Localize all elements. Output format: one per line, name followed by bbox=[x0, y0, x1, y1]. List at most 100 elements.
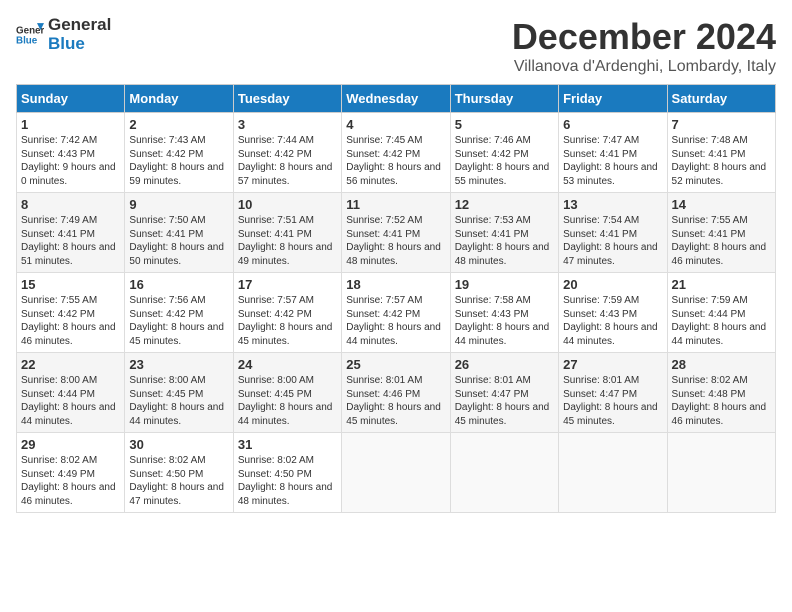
day-number: 14 bbox=[672, 197, 771, 212]
day-number: 23 bbox=[129, 357, 228, 372]
cell-content: Sunrise: 7:50 AM Sunset: 4:41 PM Dayligh… bbox=[129, 214, 228, 268]
logo-icon: General Blue bbox=[16, 21, 44, 49]
calendar-cell: 9 Sunrise: 7:50 AM Sunset: 4:41 PM Dayli… bbox=[125, 193, 233, 273]
cell-content: Sunrise: 7:56 AM Sunset: 4:42 PM Dayligh… bbox=[129, 294, 228, 348]
calendar-cell: 15 Sunrise: 7:55 AM Sunset: 4:42 PM Dayl… bbox=[17, 273, 125, 353]
day-number: 3 bbox=[238, 117, 337, 132]
calendar-cell: 4 Sunrise: 7:45 AM Sunset: 4:42 PM Dayli… bbox=[342, 113, 450, 193]
header-monday: Monday bbox=[125, 85, 233, 113]
cell-content: Sunrise: 7:57 AM Sunset: 4:42 PM Dayligh… bbox=[238, 294, 337, 348]
calendar-header-row: SundayMondayTuesdayWednesdayThursdayFrid… bbox=[17, 85, 776, 113]
calendar-cell: 16 Sunrise: 7:56 AM Sunset: 4:42 PM Dayl… bbox=[125, 273, 233, 353]
header-wednesday: Wednesday bbox=[342, 85, 450, 113]
day-number: 6 bbox=[563, 117, 662, 132]
day-number: 26 bbox=[455, 357, 554, 372]
day-number: 25 bbox=[346, 357, 445, 372]
day-number: 22 bbox=[21, 357, 120, 372]
cell-content: Sunrise: 8:02 AM Sunset: 4:48 PM Dayligh… bbox=[672, 374, 771, 428]
day-number: 18 bbox=[346, 277, 445, 292]
header: General Blue General Blue December 2024 … bbox=[16, 16, 776, 76]
day-number: 1 bbox=[21, 117, 120, 132]
cell-content: Sunrise: 7:53 AM Sunset: 4:41 PM Dayligh… bbox=[455, 214, 554, 268]
cell-content: Sunrise: 8:00 AM Sunset: 4:45 PM Dayligh… bbox=[238, 374, 337, 428]
cell-content: Sunrise: 7:45 AM Sunset: 4:42 PM Dayligh… bbox=[346, 134, 445, 188]
cell-content: Sunrise: 7:48 AM Sunset: 4:41 PM Dayligh… bbox=[672, 134, 771, 188]
calendar-cell: 10 Sunrise: 7:51 AM Sunset: 4:41 PM Dayl… bbox=[233, 193, 341, 273]
calendar-cell: 3 Sunrise: 7:44 AM Sunset: 4:42 PM Dayli… bbox=[233, 113, 341, 193]
day-number: 2 bbox=[129, 117, 228, 132]
calendar-cell: 19 Sunrise: 7:58 AM Sunset: 4:43 PM Dayl… bbox=[450, 273, 558, 353]
cell-content: Sunrise: 7:47 AM Sunset: 4:41 PM Dayligh… bbox=[563, 134, 662, 188]
week-row-1: 1 Sunrise: 7:42 AM Sunset: 4:43 PM Dayli… bbox=[17, 113, 776, 193]
day-number: 29 bbox=[21, 437, 120, 452]
cell-content: Sunrise: 7:55 AM Sunset: 4:41 PM Dayligh… bbox=[672, 214, 771, 268]
calendar-cell bbox=[342, 433, 450, 513]
calendar-cell: 30 Sunrise: 8:02 AM Sunset: 4:50 PM Dayl… bbox=[125, 433, 233, 513]
calendar-cell: 24 Sunrise: 8:00 AM Sunset: 4:45 PM Dayl… bbox=[233, 353, 341, 433]
cell-content: Sunrise: 7:52 AM Sunset: 4:41 PM Dayligh… bbox=[346, 214, 445, 268]
cell-content: Sunrise: 8:02 AM Sunset: 4:50 PM Dayligh… bbox=[129, 454, 228, 508]
day-number: 10 bbox=[238, 197, 337, 212]
day-number: 4 bbox=[346, 117, 445, 132]
cell-content: Sunrise: 7:57 AM Sunset: 4:42 PM Dayligh… bbox=[346, 294, 445, 348]
calendar-cell: 26 Sunrise: 8:01 AM Sunset: 4:47 PM Dayl… bbox=[450, 353, 558, 433]
day-number: 27 bbox=[563, 357, 662, 372]
cell-content: Sunrise: 8:01 AM Sunset: 4:47 PM Dayligh… bbox=[455, 374, 554, 428]
day-number: 13 bbox=[563, 197, 662, 212]
day-number: 31 bbox=[238, 437, 337, 452]
calendar-cell: 12 Sunrise: 7:53 AM Sunset: 4:41 PM Dayl… bbox=[450, 193, 558, 273]
calendar-cell bbox=[450, 433, 558, 513]
calendar-cell: 14 Sunrise: 7:55 AM Sunset: 4:41 PM Dayl… bbox=[667, 193, 775, 273]
header-tuesday: Tuesday bbox=[233, 85, 341, 113]
day-number: 21 bbox=[672, 277, 771, 292]
cell-content: Sunrise: 7:58 AM Sunset: 4:43 PM Dayligh… bbox=[455, 294, 554, 348]
week-row-2: 8 Sunrise: 7:49 AM Sunset: 4:41 PM Dayli… bbox=[17, 193, 776, 273]
day-number: 28 bbox=[672, 357, 771, 372]
day-number: 24 bbox=[238, 357, 337, 372]
title-area: December 2024 Villanova d'Ardenghi, Lomb… bbox=[512, 16, 776, 76]
cell-content: Sunrise: 7:49 AM Sunset: 4:41 PM Dayligh… bbox=[21, 214, 120, 268]
logo-blue: Blue bbox=[48, 35, 111, 54]
header-friday: Friday bbox=[559, 85, 667, 113]
day-number: 20 bbox=[563, 277, 662, 292]
day-number: 8 bbox=[21, 197, 120, 212]
day-number: 17 bbox=[238, 277, 337, 292]
cell-content: Sunrise: 7:54 AM Sunset: 4:41 PM Dayligh… bbox=[563, 214, 662, 268]
cell-content: Sunrise: 7:44 AM Sunset: 4:42 PM Dayligh… bbox=[238, 134, 337, 188]
cell-content: Sunrise: 8:01 AM Sunset: 4:46 PM Dayligh… bbox=[346, 374, 445, 428]
location-title: Villanova d'Ardenghi, Lombardy, Italy bbox=[512, 58, 776, 76]
calendar-cell: 22 Sunrise: 8:00 AM Sunset: 4:44 PM Dayl… bbox=[17, 353, 125, 433]
header-sunday: Sunday bbox=[17, 85, 125, 113]
calendar-cell bbox=[559, 433, 667, 513]
cell-content: Sunrise: 7:42 AM Sunset: 4:43 PM Dayligh… bbox=[21, 134, 120, 188]
calendar-cell: 29 Sunrise: 8:02 AM Sunset: 4:49 PM Dayl… bbox=[17, 433, 125, 513]
cell-content: Sunrise: 7:43 AM Sunset: 4:42 PM Dayligh… bbox=[129, 134, 228, 188]
logo-general: General bbox=[48, 16, 111, 35]
calendar-cell: 13 Sunrise: 7:54 AM Sunset: 4:41 PM Dayl… bbox=[559, 193, 667, 273]
day-number: 7 bbox=[672, 117, 771, 132]
day-number: 9 bbox=[129, 197, 228, 212]
calendar-cell: 17 Sunrise: 7:57 AM Sunset: 4:42 PM Dayl… bbox=[233, 273, 341, 353]
calendar-cell bbox=[667, 433, 775, 513]
cell-content: Sunrise: 7:46 AM Sunset: 4:42 PM Dayligh… bbox=[455, 134, 554, 188]
calendar-cell: 25 Sunrise: 8:01 AM Sunset: 4:46 PM Dayl… bbox=[342, 353, 450, 433]
cell-content: Sunrise: 8:01 AM Sunset: 4:47 PM Dayligh… bbox=[563, 374, 662, 428]
calendar-cell: 18 Sunrise: 7:57 AM Sunset: 4:42 PM Dayl… bbox=[342, 273, 450, 353]
header-thursday: Thursday bbox=[450, 85, 558, 113]
calendar-cell: 7 Sunrise: 7:48 AM Sunset: 4:41 PM Dayli… bbox=[667, 113, 775, 193]
calendar-cell: 5 Sunrise: 7:46 AM Sunset: 4:42 PM Dayli… bbox=[450, 113, 558, 193]
cell-content: Sunrise: 7:59 AM Sunset: 4:43 PM Dayligh… bbox=[563, 294, 662, 348]
cell-content: Sunrise: 7:59 AM Sunset: 4:44 PM Dayligh… bbox=[672, 294, 771, 348]
calendar-table: SundayMondayTuesdayWednesdayThursdayFrid… bbox=[16, 84, 776, 513]
cell-content: Sunrise: 8:02 AM Sunset: 4:50 PM Dayligh… bbox=[238, 454, 337, 508]
calendar-cell: 21 Sunrise: 7:59 AM Sunset: 4:44 PM Dayl… bbox=[667, 273, 775, 353]
day-number: 15 bbox=[21, 277, 120, 292]
logo: General Blue General Blue bbox=[16, 16, 111, 53]
cell-content: Sunrise: 8:00 AM Sunset: 4:45 PM Dayligh… bbox=[129, 374, 228, 428]
day-number: 12 bbox=[455, 197, 554, 212]
calendar-cell: 2 Sunrise: 7:43 AM Sunset: 4:42 PM Dayli… bbox=[125, 113, 233, 193]
day-number: 19 bbox=[455, 277, 554, 292]
week-row-3: 15 Sunrise: 7:55 AM Sunset: 4:42 PM Dayl… bbox=[17, 273, 776, 353]
day-number: 11 bbox=[346, 197, 445, 212]
day-number: 5 bbox=[455, 117, 554, 132]
